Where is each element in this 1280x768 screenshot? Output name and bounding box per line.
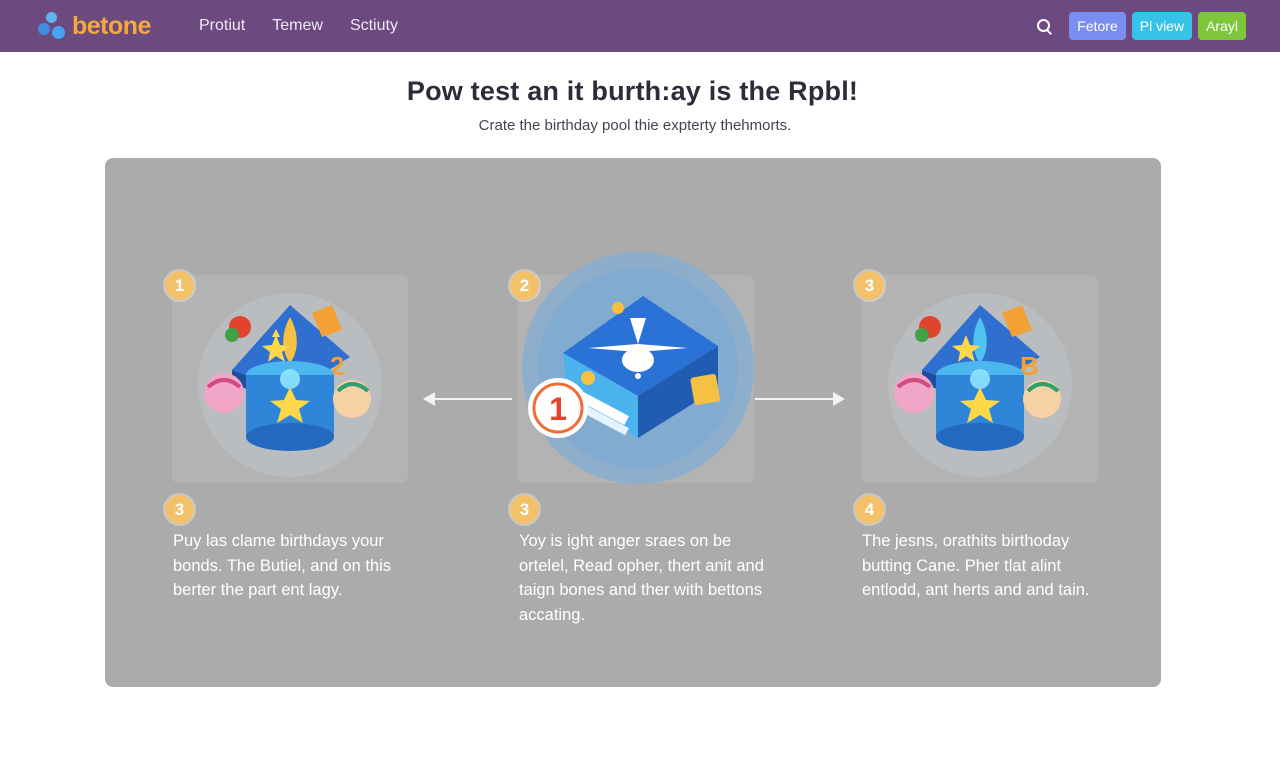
nav-item-temew[interactable]: Temew (272, 17, 323, 35)
birthday-cake-illustration: 2 (198, 293, 382, 477)
step-text-3-badge: 4 (855, 495, 884, 524)
step-card-1: 2 (172, 275, 408, 483)
header-actions: Fetore Pl view Arayl (1029, 11, 1246, 40)
step-1-description: Puy las clame birthdays your bonds. The … (173, 532, 392, 599)
search-icon[interactable] (1029, 12, 1057, 40)
fetore-button[interactable]: Fetore (1069, 11, 1126, 40)
step-card-3-badge: 3 (855, 271, 884, 300)
main-nav: Protiut Temew Sctiuty (199, 0, 398, 52)
birthday-cake-illustration: B (888, 293, 1072, 477)
step-3-description: The jesns, orathits birthoday butting Ca… (862, 532, 1090, 599)
brand-name: betone (72, 11, 151, 40)
step-card-3: B (862, 275, 1098, 483)
steps-panel: 2 1 B 1 2 3 3 3 4 Puy las clame birthday… (105, 158, 1161, 687)
step-card-1-badge: 1 (165, 271, 194, 300)
gift-box-illustration: 1 (522, 252, 754, 484)
step-text-1-badge: 3 (165, 495, 194, 524)
gift-number-label: 1 (549, 391, 567, 427)
brand-logo[interactable]: betone (38, 11, 151, 41)
top-nav-bar: betone Protiut Temew Sctiuty Fetore Pl v… (0, 0, 1280, 52)
step-card-2-badge: 2 (510, 271, 539, 300)
step-2-description: Yoy is ight anger sraes on be ortelel, R… (519, 532, 764, 624)
step-text-2-badge: 3 (510, 495, 539, 524)
page-subtitle: Crate the birthday pool thie expterty th… (478, 117, 792, 134)
nav-item-protiut[interactable]: Protiut (199, 17, 245, 35)
nav-item-sctiuty[interactable]: Sctiuty (350, 17, 398, 35)
page-title: Pow test an it burth:ay is the Rpbl! (406, 76, 859, 106)
preview-button[interactable]: Pl view (1131, 11, 1193, 40)
arayl-button[interactable]: Arayl (1198, 11, 1246, 40)
brand-dots-icon (38, 11, 68, 41)
